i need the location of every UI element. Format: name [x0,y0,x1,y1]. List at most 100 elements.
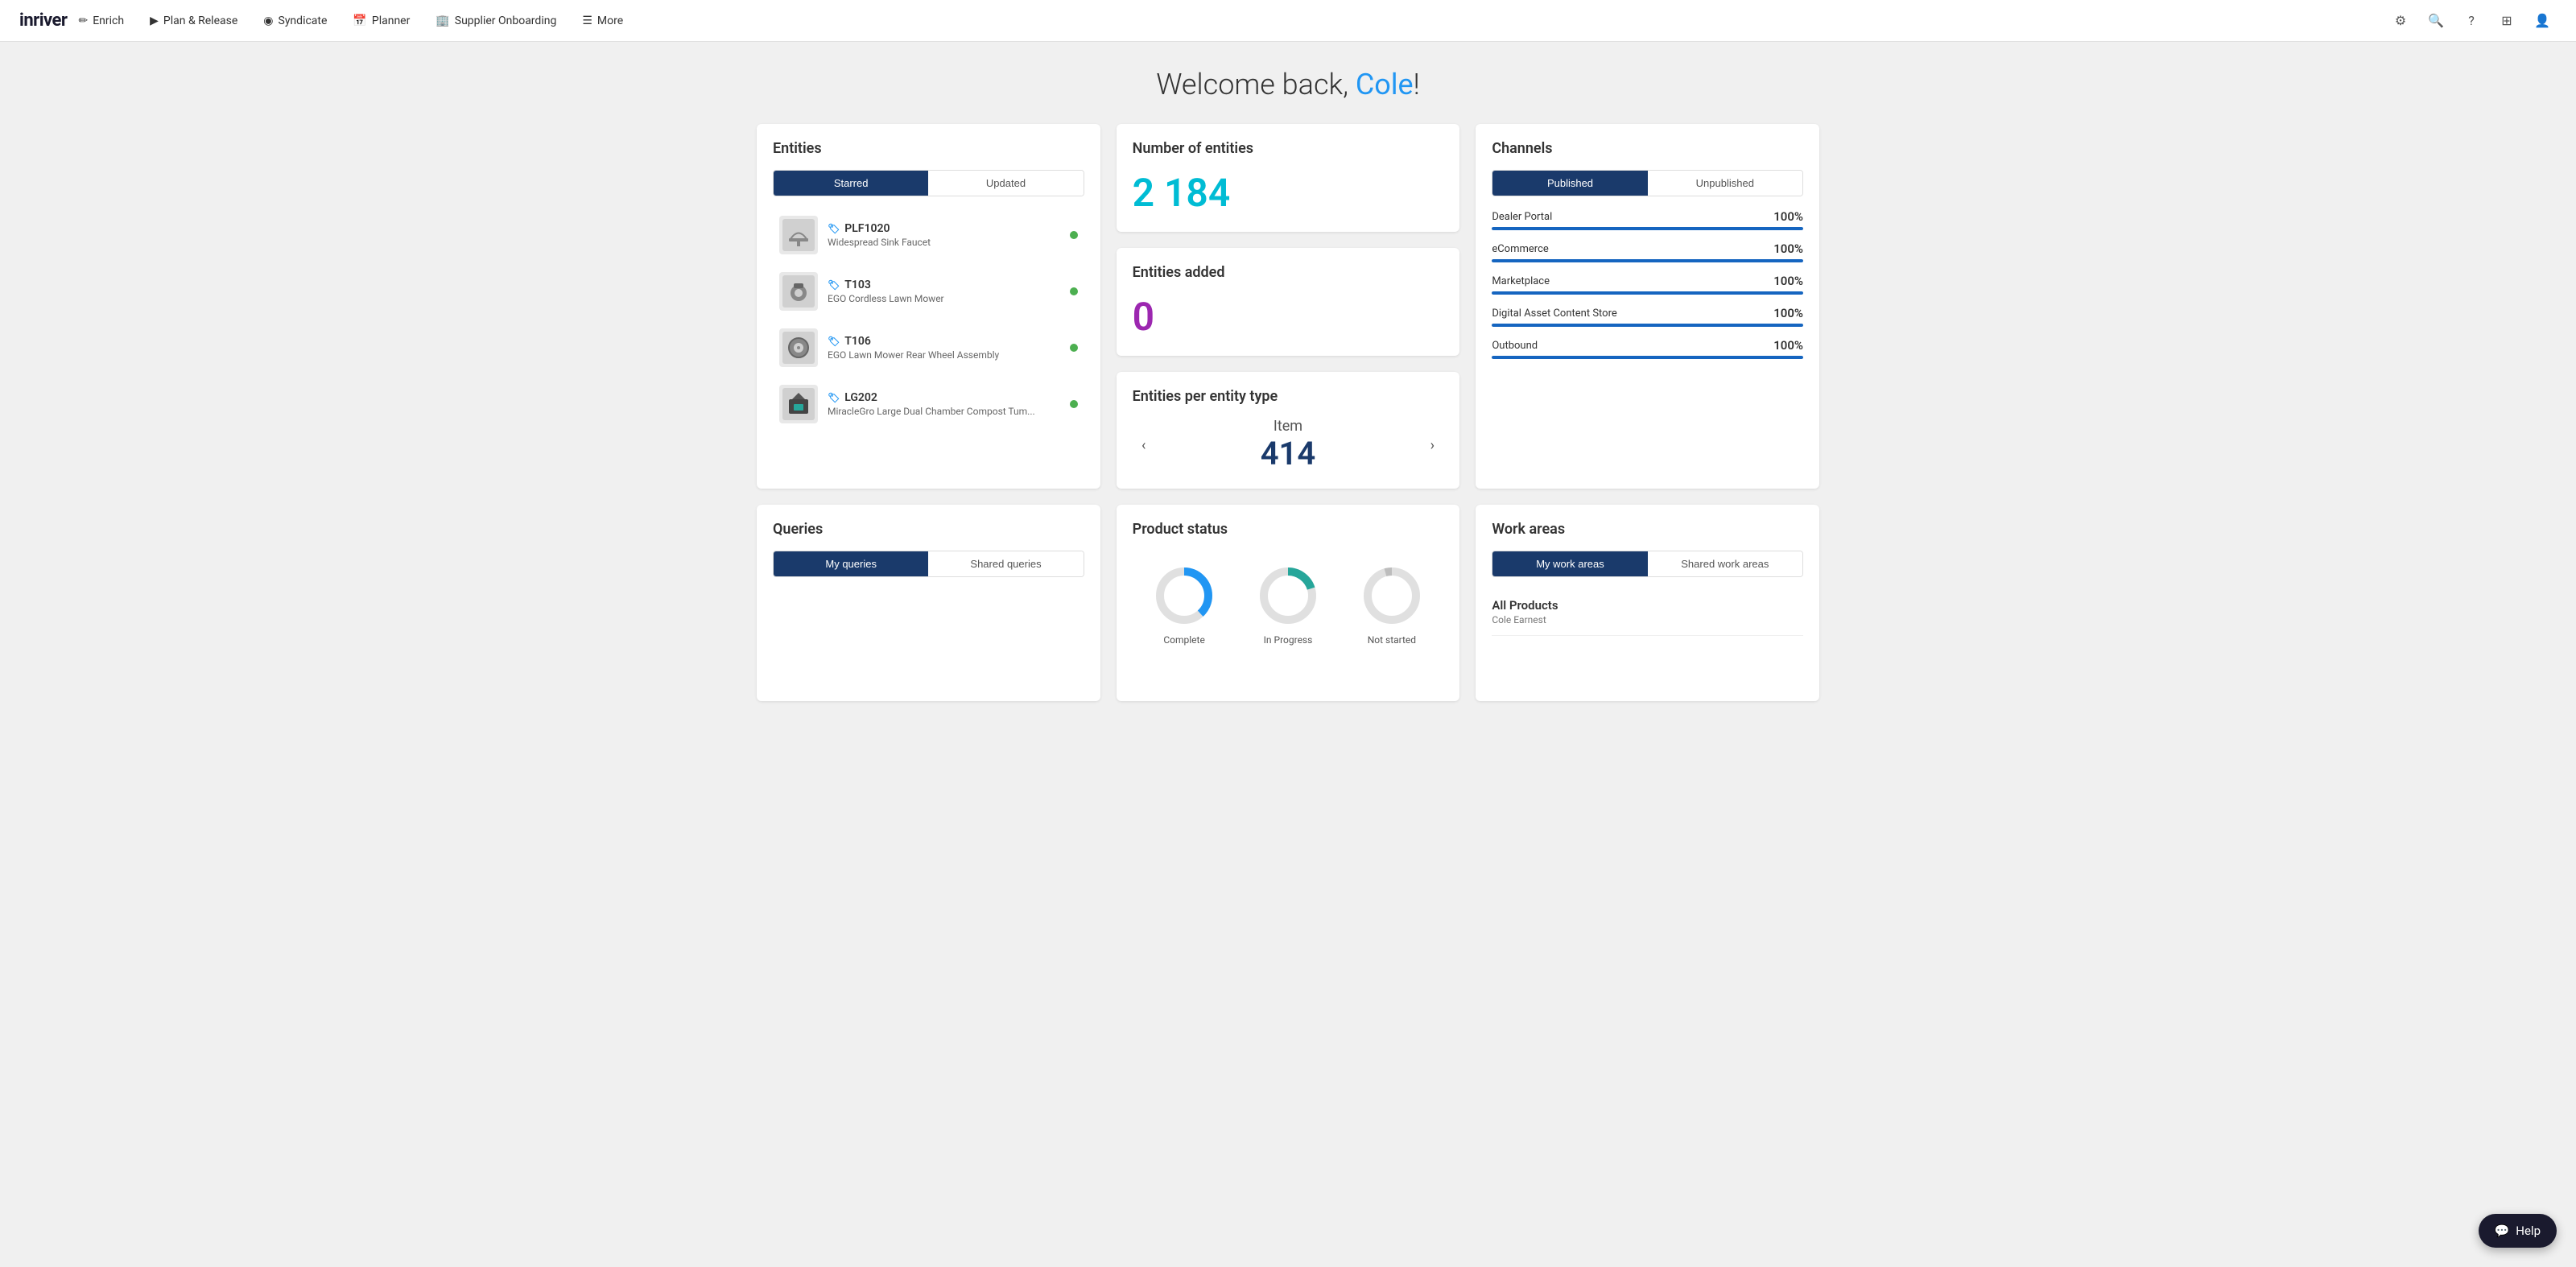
enrich-icon: ✏ [78,14,88,27]
nav-supplier-onboarding[interactable]: 🏢 Supplier Onboarding [424,8,568,34]
queries-title: Queries [773,521,1084,538]
channel-name-4: Outbound [1492,340,1538,352]
entities-title: Entities [773,140,1084,157]
channel-name-3: Digital Asset Content Store [1492,307,1616,320]
entities-tab-updated[interactable]: Updated [928,171,1083,196]
channel-pct-3: 100% [1773,306,1803,320]
entity-item-3[interactable]: 🏷 LG202 MiracleGro Large Dual Chamber Co… [773,377,1084,431]
grid-button[interactable]: ⊞ [2492,6,2521,35]
nav-more-label: More [597,14,623,27]
channel-pct-2: 100% [1773,274,1803,288]
donut-wrap-1: In Progress [1256,563,1320,646]
donut-label-0: Complete [1163,634,1205,646]
channels-card: Channels Published Unpublished Dealer Po… [1476,124,1819,489]
entities-per-type-title: Entities per entity type [1133,388,1444,405]
status-dot-2 [1070,344,1078,352]
entities-per-type-card: Entities per entity type ‹ Item 414 › [1117,372,1460,489]
work-area-item-0[interactable]: All Products Cole Earnest [1492,588,1803,636]
bottom-grid: Queries My queries Shared queries Produc… [757,505,1819,701]
channel-name-0: Dealer Portal [1492,211,1552,223]
channel-item-0: Dealer Portal 100% [1492,209,1803,230]
settings-button[interactable]: ⚙ [2386,6,2415,35]
navbar: inriver ✏ Enrich ▶ Plan & Release ◉ Synd… [0,0,2576,42]
channel-item-3: Digital Asset Content Store 100% [1492,306,1803,327]
nav-enrich[interactable]: ✏ Enrich [67,8,135,34]
nav-more[interactable]: ☰ More [571,8,634,34]
channel-list: Dealer Portal 100% eCommerce 100% [1492,209,1803,359]
nav-planner[interactable]: 📅 Planner [341,8,421,34]
status-dot-0 [1070,231,1078,239]
plan-release-icon: ▶ [150,14,159,27]
nav-links: ✏ Enrich ▶ Plan & Release ◉ Syndicate 📅 … [67,8,2386,34]
work-area-name-0: All Products [1492,598,1803,613]
help-button[interactable]: 💬 Help [2479,1214,2557,1248]
channel-header-3: Digital Asset Content Store 100% [1492,306,1803,320]
work-areas-tab-my[interactable]: My work areas [1492,551,1647,576]
entity-type-count: 414 [1261,435,1316,473]
work-area-user-0: Cole Earnest [1492,614,1803,625]
entity-code-2: 🏷 T106 [828,335,1060,348]
work-area-list: All Products Cole Earnest [1492,588,1803,636]
entity-thumb-2 [779,328,818,367]
product-status-card: Product status Complete In Progress [1117,505,1460,701]
entity-code-3: 🏷 LG202 [828,391,1060,404]
entities-card: Entities Starred Updated 🏷 PLF1020 Wides… [757,124,1100,489]
help-icon-button[interactable]: ? [2457,6,2486,35]
channel-bar-4 [1492,356,1803,359]
nav-planner-label: Planner [372,14,410,27]
dashboard-grid-top: Entities Starred Updated 🏷 PLF1020 Wides… [757,124,1819,489]
entity-item-2[interactable]: 🏷 T106 EGO Lawn Mower Rear Wheel Assembl… [773,320,1084,375]
nav-supplier-label: Supplier Onboarding [455,14,557,27]
status-dot-3 [1070,400,1078,408]
channel-pct-4: 100% [1773,338,1803,353]
queries-tab-shared[interactable]: Shared queries [928,551,1083,576]
work-areas-tab-bar: My work areas Shared work areas [1492,551,1803,577]
nav-plan-release[interactable]: ▶ Plan & Release [138,8,249,34]
work-areas-card: Work areas My work areas Shared work are… [1476,505,1819,701]
entity-type-content: Item 414 [1261,418,1316,473]
channel-item-2: Marketplace 100% [1492,274,1803,295]
entity-info-3: 🏷 LG202 MiracleGro Large Dual Chamber Co… [828,391,1060,417]
profile-button[interactable]: 👤 [2528,6,2557,35]
channel-item-4: Outbound 100% [1492,338,1803,359]
supplier-icon: 🏢 [436,14,449,27]
entity-thumb-1 [779,272,818,311]
channel-header-2: Marketplace 100% [1492,274,1803,288]
logo[interactable]: inriver [19,10,67,31]
channels-tab-bar: Published Unpublished [1492,170,1803,196]
help-circle-icon: 💬 [2495,1224,2510,1238]
entity-item[interactable]: 🏷 PLF1020 Widespread Sink Faucet [773,208,1084,262]
entities-added-card: Entities added 0 [1117,248,1460,356]
next-type-button[interactable]: › [1421,434,1443,456]
channel-bar-0 [1492,227,1803,230]
channels-tab-published[interactable]: Published [1492,171,1647,196]
queries-card: Queries My queries Shared queries [757,505,1100,701]
channel-pct-0: 100% [1773,209,1803,224]
entity-info-0: 🏷 PLF1020 Widespread Sink Faucet [828,222,1060,248]
entity-name-3: MiracleGro Large Dual Chamber Compost Tu… [828,406,1060,417]
entities-tab-starred[interactable]: Starred [774,171,928,196]
channel-bar-3 [1492,324,1803,327]
number-of-entities-title: Number of entities [1133,140,1444,157]
channels-tab-unpublished[interactable]: Unpublished [1648,171,1802,196]
more-icon: ☰ [582,14,592,27]
work-areas-tab-shared[interactable]: Shared work areas [1648,551,1802,576]
channel-item-1: eCommerce 100% [1492,241,1803,262]
entities-added-value: 0 [1133,294,1444,340]
tag-icon-2: 🏷 [828,336,840,347]
donut-chart-1 [1256,563,1320,628]
channel-name-2: Marketplace [1492,275,1550,287]
entity-name-2: EGO Lawn Mower Rear Wheel Assembly [828,349,1060,361]
nav-syndicate[interactable]: ◉ Syndicate [252,8,338,34]
donut-label-1: In Progress [1264,634,1313,646]
welcome-heading: Welcome back, Cole! [757,68,1819,101]
entity-item-1[interactable]: 🏷 T103 EGO Cordless Lawn Mower [773,264,1084,319]
entities-added-title: Entities added [1133,264,1444,281]
welcome-username: Cole [1356,68,1414,101]
tag-icon-0: 🏷 [828,223,840,234]
nav-plan-release-label: Plan & Release [163,14,237,27]
queries-tab-my[interactable]: My queries [774,551,928,576]
search-button[interactable]: 🔍 [2421,6,2450,35]
prev-type-button[interactable]: ‹ [1133,434,1155,456]
product-status-title: Product status [1133,521,1444,538]
